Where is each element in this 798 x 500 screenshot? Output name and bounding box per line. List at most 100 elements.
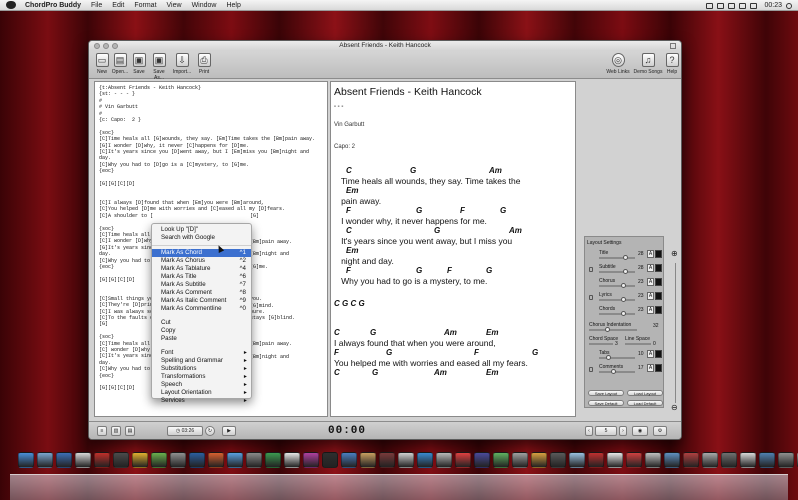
dock-app-icon[interactable]	[569, 452, 585, 468]
menu-item[interactable]: Transformations ▸	[152, 373, 251, 381]
transpose-up-button[interactable]: ›	[619, 426, 627, 436]
color-well[interactable]	[655, 278, 662, 286]
dock-app-icon[interactable]	[379, 452, 395, 468]
dock-app-icon[interactable]	[740, 452, 756, 468]
dock-app-icon[interactable]	[417, 452, 433, 468]
metronome-button[interactable]: ◉	[632, 426, 648, 436]
help-button[interactable]: ? Help	[661, 53, 681, 75]
fullscreen-icon[interactable]	[670, 43, 676, 49]
font-button[interactable]: A	[647, 292, 654, 300]
menu-view[interactable]: View	[162, 0, 187, 11]
menu-item[interactable]: Mark As Chord ^1	[152, 249, 251, 257]
menu-app-name[interactable]: ChordPro Buddy	[20, 0, 86, 11]
font-size-slider[interactable]	[623, 269, 628, 274]
menu-item[interactable]: Mark As Commentline ^0	[152, 305, 251, 313]
import-button[interactable]: ⇩ Import...	[171, 53, 193, 75]
print-button[interactable]: ⎙ Print	[193, 53, 215, 75]
dock-app-icon[interactable]	[607, 452, 623, 468]
lock-icon[interactable]	[589, 367, 593, 372]
menu-format[interactable]: Format	[129, 0, 161, 11]
menu-edit[interactable]: Edit	[107, 0, 129, 11]
dock-app-icon[interactable]	[170, 452, 186, 468]
menu-item[interactable]: Mark As Title ^6	[152, 273, 251, 281]
close-window-icon[interactable]	[94, 43, 100, 49]
dock-app-icon[interactable]	[265, 452, 281, 468]
font-size-slider[interactable]	[621, 297, 627, 302]
dock-app-icon[interactable]	[94, 452, 110, 468]
dock-app-icon[interactable]	[75, 452, 91, 468]
menu-item[interactable]: Services ▸	[152, 397, 251, 405]
dock-app-icon[interactable]	[550, 452, 566, 468]
menu-item[interactable]: Spelling and Grammar ▸	[152, 357, 251, 365]
dock-app-icon[interactable]	[303, 452, 319, 468]
menu-item[interactable]: Look Up "[D]"	[152, 226, 251, 234]
menu-item[interactable]: Speech ▸	[152, 381, 251, 389]
split-view-button[interactable]: ▥	[111, 426, 121, 436]
zoom-field[interactable]: 5	[595, 426, 617, 436]
dock-app-icon[interactable]	[683, 452, 699, 468]
dock-app-icon[interactable]	[322, 452, 338, 468]
dock-app-icon[interactable]	[531, 452, 547, 468]
menu-item[interactable]: Search with Google	[152, 234, 251, 242]
font-button[interactable]: A	[647, 278, 654, 286]
settings-button[interactable]: ⚙	[653, 426, 667, 436]
dock-app-icon[interactable]	[56, 452, 72, 468]
dock-app-icon[interactable]	[113, 452, 129, 468]
dock-app-icon[interactable]	[246, 452, 262, 468]
dock-app-icon[interactable]	[341, 452, 357, 468]
preview-only-button[interactable]: ▤	[125, 426, 135, 436]
dock-app-icon[interactable]	[18, 452, 34, 468]
minimize-window-icon[interactable]	[103, 43, 109, 49]
dock-app-icon[interactable]	[588, 452, 604, 468]
dock-app-icon[interactable]	[151, 452, 167, 468]
lock-icon[interactable]	[589, 295, 593, 300]
dock-app-icon[interactable]	[227, 452, 243, 468]
comments-slider[interactable]	[611, 369, 616, 374]
font-button[interactable]: A	[647, 250, 654, 258]
tabs-color-well[interactable]	[655, 350, 662, 358]
status-icon[interactable]	[717, 2, 725, 9]
menu-item[interactable]: Layout Orientation ▸	[152, 389, 251, 397]
dock-app-icon[interactable]	[702, 452, 718, 468]
dock-app-icon[interactable]	[398, 452, 414, 468]
save-as-button[interactable]: ▣ Save As...	[148, 53, 170, 81]
comments-color-well[interactable]	[655, 364, 662, 372]
dock-app-icon[interactable]	[645, 452, 661, 468]
dock-app-icon[interactable]	[512, 452, 528, 468]
scroll-time-field[interactable]: ◷ 03:26	[167, 426, 203, 436]
dock-app-icon[interactable]	[626, 452, 642, 468]
battery-icon[interactable]	[750, 2, 758, 9]
dock-app-icon[interactable]	[436, 452, 452, 468]
dock-app-icon[interactable]	[455, 452, 471, 468]
color-well[interactable]	[655, 264, 662, 272]
tabs-slider[interactable]	[606, 355, 611, 360]
font-button[interactable]: A	[647, 306, 654, 314]
dock-app-icon[interactable]	[189, 452, 205, 468]
comments-font-button[interactable]: A	[647, 364, 654, 372]
dock-app-icon[interactable]	[208, 452, 224, 468]
zoom-in-icon[interactable]: ⊕	[671, 249, 678, 258]
menu-help[interactable]: Help	[221, 0, 245, 11]
save-layout-button[interactable]: Save Layout	[588, 390, 624, 396]
dock-app-icon[interactable]	[759, 452, 775, 468]
lock-icon[interactable]	[589, 267, 593, 272]
menu-item[interactable]: Mark As Italic Comment ^9	[152, 297, 251, 305]
menu-item[interactable]: Mark As Comment ^8	[152, 289, 251, 297]
load-layout-button[interactable]: Load Layout	[627, 390, 663, 396]
dock-app-icon[interactable]	[37, 452, 53, 468]
demo-songs-button[interactable]: ♫ Demo Songs	[633, 53, 663, 75]
load-default-button[interactable]: Load Default	[627, 400, 663, 406]
menu-item[interactable]: Font ▸	[152, 349, 251, 357]
zoom-out-icon[interactable]: ⊖	[671, 403, 678, 412]
menu-item[interactable]: Mark As Subtitle ^7	[152, 281, 251, 289]
font-size-slider[interactable]	[623, 255, 628, 260]
dock-app-icon[interactable]	[664, 452, 680, 468]
volume-icon[interactable]	[739, 2, 747, 9]
dock-app-icon[interactable]	[493, 452, 509, 468]
font-size-slider[interactable]	[621, 311, 627, 316]
clock[interactable]: 00:23	[764, 2, 782, 9]
save-default-button[interactable]: Save Default	[588, 400, 624, 406]
dock-app-icon[interactable]	[360, 452, 376, 468]
menu-window[interactable]: Window	[187, 0, 222, 11]
color-well[interactable]	[655, 306, 662, 314]
